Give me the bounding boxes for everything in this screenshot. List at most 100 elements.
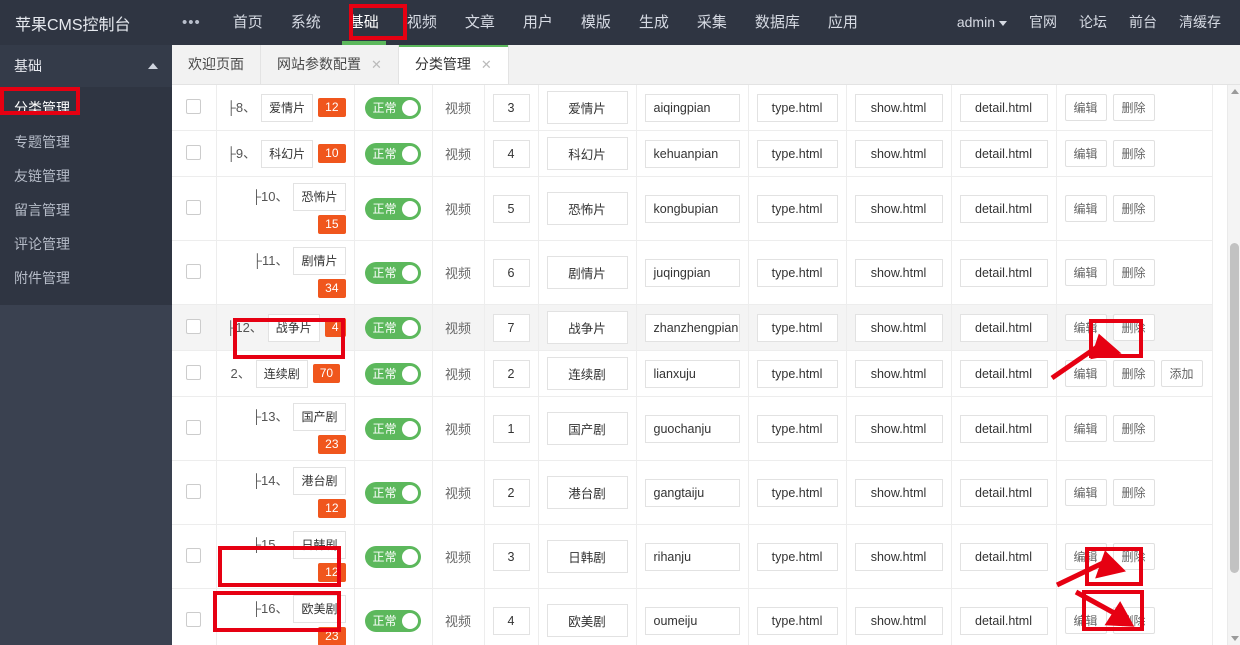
- template-show-input[interactable]: show.html: [854, 414, 943, 443]
- status-toggle[interactable]: 正常: [365, 96, 421, 119]
- tab-close-icon[interactable]: ✕: [481, 58, 492, 71]
- row-checkbox[interactable]: [186, 547, 202, 563]
- row-checkbox[interactable]: [186, 144, 202, 160]
- template-detail-input[interactable]: detail.html: [959, 139, 1048, 168]
- template-detail-input[interactable]: detail.html: [959, 93, 1048, 122]
- delete-button[interactable]: 删除: [1112, 195, 1155, 222]
- nav-item-0[interactable]: 首页: [219, 0, 277, 45]
- sidebar-item-4[interactable]: 评论管理: [0, 227, 172, 261]
- row-checkbox[interactable]: [186, 611, 202, 627]
- delete-button[interactable]: 删除: [1112, 543, 1155, 570]
- delete-button[interactable]: 删除: [1112, 415, 1155, 442]
- title-input[interactable]: 战争片: [546, 311, 628, 344]
- sidebar-item-1[interactable]: 专题管理: [0, 125, 172, 159]
- edit-button[interactable]: 编辑: [1064, 543, 1107, 570]
- sort-input[interactable]: 6: [492, 258, 530, 287]
- slug-input[interactable]: zhanzhengpian: [644, 313, 740, 342]
- title-input[interactable]: 恐怖片: [546, 192, 628, 225]
- edit-button[interactable]: 编辑: [1064, 140, 1107, 167]
- row-category-name[interactable]: 国产剧: [293, 403, 346, 431]
- sort-input[interactable]: 3: [492, 542, 530, 571]
- edit-button[interactable]: 编辑: [1064, 195, 1107, 222]
- nav-item-2[interactable]: 基础: [335, 0, 393, 45]
- scroll-down-icon[interactable]: [1231, 636, 1239, 641]
- title-input[interactable]: 欧美剧: [546, 604, 628, 637]
- tab-2[interactable]: 分类管理 ✕: [398, 44, 509, 84]
- template-show-input[interactable]: show.html: [854, 93, 943, 122]
- sidebar-item-5[interactable]: 附件管理: [0, 261, 172, 295]
- template-show-input[interactable]: show.html: [854, 359, 943, 388]
- row-checkbox[interactable]: [186, 419, 202, 435]
- title-input[interactable]: 爱情片: [546, 91, 628, 124]
- delete-button[interactable]: 删除: [1112, 360, 1155, 387]
- template-show-input[interactable]: show.html: [854, 139, 943, 168]
- status-toggle[interactable]: 正常: [365, 609, 421, 632]
- delete-button[interactable]: 删除: [1112, 607, 1155, 634]
- sidebar-item-3[interactable]: 留言管理: [0, 193, 172, 227]
- nav-item-7[interactable]: 生成: [625, 0, 683, 45]
- nav-item-3[interactable]: 视频: [393, 0, 451, 45]
- status-toggle[interactable]: 正常: [365, 417, 421, 440]
- sort-input[interactable]: 3: [492, 93, 530, 122]
- template-type-input[interactable]: type.html: [756, 414, 838, 443]
- template-type-input[interactable]: type.html: [756, 478, 838, 507]
- sidebar-item-2[interactable]: 友链管理: [0, 159, 172, 193]
- row-category-name[interactable]: 日韩剧: [293, 531, 346, 559]
- template-show-input[interactable]: show.html: [854, 313, 943, 342]
- row-category-name[interactable]: 港台剧: [293, 467, 346, 495]
- row-category-name[interactable]: 科幻片: [261, 139, 314, 168]
- row-category-name[interactable]: 连续剧: [255, 359, 308, 388]
- status-toggle[interactable]: 正常: [365, 261, 421, 284]
- sort-input[interactable]: 4: [492, 606, 530, 635]
- nav-item-6[interactable]: 模版: [567, 0, 625, 45]
- status-toggle[interactable]: 正常: [365, 481, 421, 504]
- table-row[interactable]: ├15、 日韩剧 12 正常 视频 3 日韩剧 rihanju type.html show.ht…: [172, 524, 1213, 589]
- row-checkbox[interactable]: [186, 483, 202, 499]
- row-category-name[interactable]: 战争片: [267, 313, 320, 342]
- add-button[interactable]: 添加: [1160, 360, 1203, 387]
- nav-item-8[interactable]: 采集: [683, 0, 741, 45]
- slug-input[interactable]: lianxuju: [644, 359, 740, 388]
- table-row[interactable]: ├13、 国产剧 23 正常 视频 1 国产剧 guochanju type.html show.…: [172, 396, 1213, 461]
- edit-button[interactable]: 编辑: [1064, 479, 1107, 506]
- slug-input[interactable]: oumeiju: [644, 606, 740, 635]
- template-show-input[interactable]: show.html: [854, 606, 943, 635]
- template-type-input[interactable]: type.html: [756, 194, 838, 223]
- template-detail-input[interactable]: detail.html: [959, 414, 1048, 443]
- row-category-name[interactable]: 剧情片: [293, 247, 346, 275]
- row-category-name[interactable]: 恐怖片: [293, 183, 346, 211]
- scroll-up-icon[interactable]: [1231, 89, 1239, 94]
- button-clear-cache[interactable]: 清缓存: [1168, 0, 1232, 45]
- delete-button[interactable]: 删除: [1112, 259, 1155, 286]
- tab-0[interactable]: 欢迎页面: [172, 44, 261, 84]
- user-menu-admin[interactable]: admin: [946, 0, 1018, 45]
- template-show-input[interactable]: show.html: [854, 478, 943, 507]
- title-input[interactable]: 日韩剧: [546, 540, 628, 573]
- sort-input[interactable]: 4: [492, 139, 530, 168]
- slug-input[interactable]: rihanju: [644, 542, 740, 571]
- table-row[interactable]: ├12、 战争片 4 正常 视频 7 战争片 zhanzhengpian type.html sh…: [172, 304, 1213, 351]
- nav-item-10[interactable]: 应用: [814, 0, 872, 45]
- template-show-input[interactable]: show.html: [854, 194, 943, 223]
- table-row[interactable]: ├10、 恐怖片 15 正常 视频 5 恐怖片 kongbupian type.html show…: [172, 176, 1213, 241]
- sidebar-group-header[interactable]: 基础: [0, 45, 172, 87]
- nav-item-1[interactable]: 系统: [277, 0, 335, 45]
- title-input[interactable]: 连续剧: [546, 357, 628, 390]
- sort-input[interactable]: 5: [492, 194, 530, 223]
- status-toggle[interactable]: 正常: [365, 316, 421, 339]
- edit-button[interactable]: 编辑: [1064, 360, 1107, 387]
- edit-button[interactable]: 编辑: [1064, 259, 1107, 286]
- title-input[interactable]: 国产剧: [546, 412, 628, 445]
- template-type-input[interactable]: type.html: [756, 258, 838, 287]
- edit-button[interactable]: 编辑: [1064, 94, 1107, 121]
- title-input[interactable]: 科幻片: [546, 137, 628, 170]
- template-type-input[interactable]: type.html: [756, 93, 838, 122]
- sidebar-item-0[interactable]: 分类管理: [0, 91, 172, 125]
- template-show-input[interactable]: show.html: [854, 542, 943, 571]
- template-type-input[interactable]: type.html: [756, 359, 838, 388]
- sort-input[interactable]: 2: [492, 359, 530, 388]
- link-forum[interactable]: 论坛: [1068, 0, 1118, 45]
- nav-item-4[interactable]: 文章: [451, 0, 509, 45]
- sort-input[interactable]: 2: [492, 478, 530, 507]
- delete-button[interactable]: 删除: [1112, 314, 1155, 341]
